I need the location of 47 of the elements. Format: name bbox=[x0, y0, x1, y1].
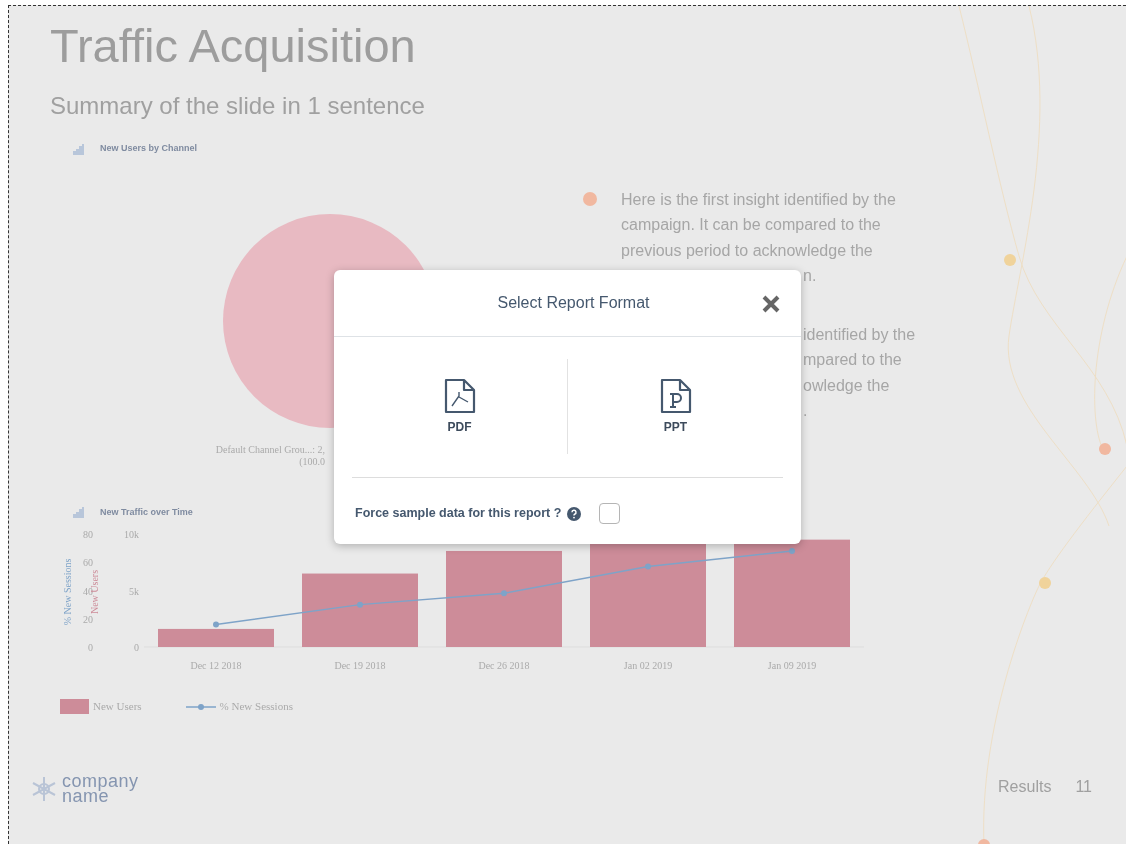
data-point bbox=[501, 590, 507, 597]
bar-chart-icon bbox=[73, 507, 84, 519]
chart-title: New Users by Channel bbox=[100, 142, 198, 156]
bullet-dot bbox=[583, 191, 597, 206]
slide-title: Traffic Acquisition bbox=[50, 18, 417, 74]
insight-text: n. bbox=[803, 266, 818, 287]
data-point bbox=[357, 602, 363, 608]
axis-tick-label: 40 bbox=[83, 585, 93, 597]
data-point bbox=[789, 548, 795, 555]
sample-data-label: Force sample data for this report ? bbox=[355, 505, 562, 523]
logo-text: company name bbox=[62, 773, 139, 804]
checkbox[interactable] bbox=[599, 503, 621, 524]
axis-tick-label: Dec 12 2018 bbox=[190, 660, 242, 672]
format-option[interactable]: PPT bbox=[567, 359, 783, 454]
legend-label: New Users bbox=[93, 699, 142, 715]
insight-text: previous period to acknowledge the bbox=[621, 240, 874, 261]
dialog-title: Select Report Format bbox=[497, 293, 650, 313]
insight-text: identified by the bbox=[803, 324, 916, 345]
legend-line-icon bbox=[185, 702, 216, 711]
chart-title: New Traffic over Time bbox=[100, 505, 193, 519]
axis-tick-label: Jan 02 2019 bbox=[623, 660, 673, 672]
bar-chart-icon bbox=[73, 143, 84, 155]
data-point bbox=[645, 563, 651, 570]
help-icon bbox=[567, 506, 582, 521]
insight-text: owledge the bbox=[803, 375, 891, 396]
snowflake-logo-icon bbox=[30, 774, 58, 803]
legend-swatch bbox=[60, 699, 89, 715]
axis-title: % New Sessions bbox=[62, 559, 73, 626]
legend-label: % New Sessions bbox=[219, 699, 293, 715]
insight-text: campaign. It can be compared to the bbox=[621, 215, 882, 236]
insight-text: mpared to the bbox=[803, 350, 903, 371]
insight-text: . bbox=[803, 401, 809, 422]
format-option[interactable]: PDF bbox=[352, 359, 567, 454]
chart-label: (100.0 bbox=[298, 455, 325, 468]
slide-subtitle: Summary of the slide in 1 sentence bbox=[50, 91, 426, 122]
axis-tick-label: 10k bbox=[124, 529, 139, 541]
axis-tick-label: 5k bbox=[129, 585, 139, 597]
section-name: Results bbox=[998, 776, 1052, 797]
pdf-file-icon bbox=[443, 377, 476, 414]
axis-tick-label: Jan 09 2019 bbox=[767, 660, 817, 672]
insight-text: Here is the first insight identified by the bbox=[621, 189, 896, 210]
chart-label: Default Channel Grou...: 2, bbox=[215, 443, 325, 456]
ppt-file-icon bbox=[659, 377, 692, 414]
close-icon bbox=[761, 293, 781, 314]
axis-tick-label: Dec 19 2018 bbox=[334, 660, 386, 672]
page-number: 11 bbox=[1075, 776, 1092, 797]
data-point bbox=[213, 621, 219, 628]
